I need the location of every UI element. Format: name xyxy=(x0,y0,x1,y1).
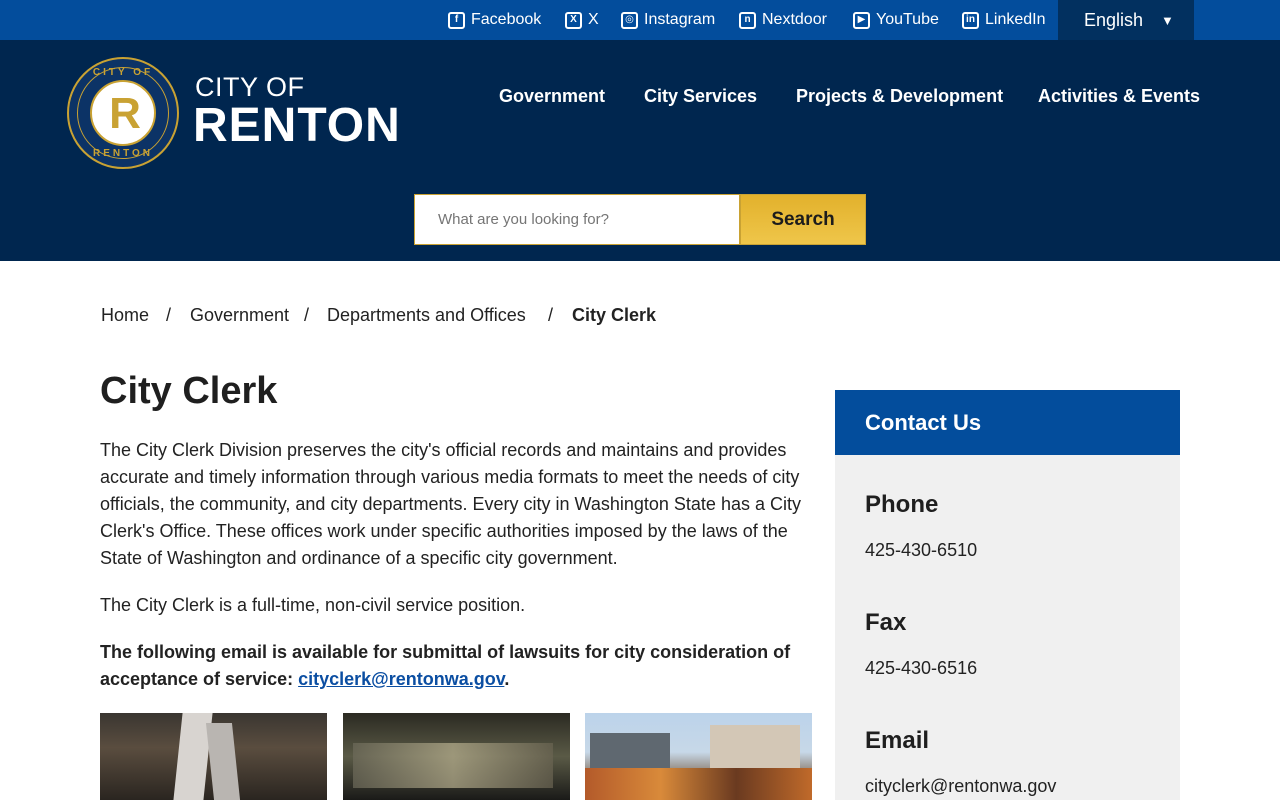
seal-bottom-text: RENTON xyxy=(92,148,154,159)
nextdoor-label: Nextdoor xyxy=(762,11,827,28)
email-label: Email xyxy=(865,727,930,754)
youtube-label: YouTube xyxy=(876,11,939,28)
seal-inner: R xyxy=(90,80,156,146)
instagram-label: Instagram xyxy=(644,11,716,28)
chevron-down-icon: ▼ xyxy=(1161,13,1174,28)
fax-label: Fax xyxy=(865,609,907,636)
breadcrumb-separator: / xyxy=(548,305,554,325)
site-header: CITY OF R RENTON CITY OF RENTON Governme… xyxy=(0,40,1280,261)
intro-paragraph: The City Clerk Division preserves the ci… xyxy=(100,440,801,568)
autumn-trees xyxy=(585,768,812,800)
language-select[interactable]: English ▼ xyxy=(1058,0,1194,40)
instagram-icon: ◎ xyxy=(621,11,638,29)
photo-display-window xyxy=(343,713,570,800)
nav-projects-development[interactable]: Projects & Development xyxy=(796,86,1003,107)
youtube-link[interactable]: ▶ YouTube xyxy=(853,0,939,40)
lawsuit-email-paragraph: The following email is available for sub… xyxy=(100,639,812,693)
photo-city-buildings xyxy=(585,713,812,800)
lawsuit-email-end: . xyxy=(504,669,510,689)
nav-city-services[interactable]: City Services xyxy=(644,86,757,107)
page-title: City Clerk xyxy=(100,370,278,412)
seal-top-text: CITY OF xyxy=(92,67,154,78)
x-icon: X xyxy=(565,11,582,29)
email-link[interactable]: cityclerk@rentonwa.gov xyxy=(865,776,1056,797)
breadcrumb-departments[interactable]: Departments and Offices xyxy=(327,305,526,326)
brand-line-2: RENTON xyxy=(193,99,401,152)
seal-letter: R xyxy=(109,89,141,138)
city-seal-logo: CITY OF R RENTON xyxy=(67,57,179,169)
nav-activities-events[interactable]: Activities & Events xyxy=(1038,86,1200,107)
instagram-link[interactable]: ◎ Instagram xyxy=(621,0,715,40)
breadcrumb-government[interactable]: Government xyxy=(190,305,289,326)
contact-heading: Contact Us xyxy=(835,390,1180,455)
phone-link[interactable]: 425-430-6510 xyxy=(865,540,977,561)
breadcrumb-home[interactable]: Home xyxy=(101,305,149,326)
top-social-bar: f Facebook X X ◎ Instagram n Nextdoor ▶ … xyxy=(0,0,1280,40)
position-paragraph: The City Clerk is a full-time, non-civil… xyxy=(100,595,526,615)
sculpture-shape xyxy=(205,723,241,800)
language-label: English xyxy=(1084,9,1144,30)
fax-value: 425-430-6516 xyxy=(865,658,978,678)
photo-street-sculpture xyxy=(100,713,327,800)
linkedin-label: LinkedIn xyxy=(985,11,1046,28)
facebook-label: Facebook xyxy=(471,11,542,28)
x-label: X xyxy=(588,11,599,28)
search-bar: Search xyxy=(414,194,866,245)
phone-label: Phone xyxy=(865,491,939,518)
nav-government[interactable]: Government xyxy=(499,86,605,107)
display-window-glass xyxy=(353,743,553,788)
youtube-icon: ▶ xyxy=(853,11,870,29)
search-button[interactable]: Search xyxy=(740,194,866,245)
breadcrumb-current: City Clerk xyxy=(572,305,657,325)
clerk-email-link[interactable]: cityclerk@rentonwa.gov xyxy=(298,669,504,689)
linkedin-link[interactable]: in LinkedIn xyxy=(962,0,1046,40)
facebook-icon: f xyxy=(448,11,465,29)
linkedin-icon: in xyxy=(962,11,979,29)
search-input[interactable] xyxy=(414,194,740,245)
nextdoor-icon: n xyxy=(739,11,756,29)
x-link[interactable]: X X xyxy=(565,0,599,40)
facebook-link[interactable]: f Facebook xyxy=(448,0,541,40)
nextdoor-link[interactable]: n Nextdoor xyxy=(739,0,827,40)
breadcrumb-separator: / xyxy=(166,305,172,325)
breadcrumb-separator: / xyxy=(304,305,310,325)
